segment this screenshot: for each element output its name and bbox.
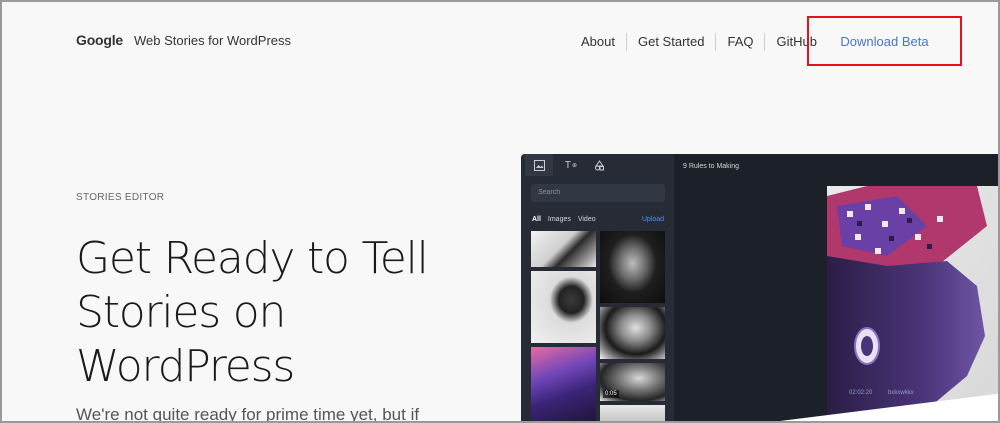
site-title[interactable]: Web Stories for WordPress: [134, 33, 291, 48]
download-beta-label: Download Beta: [840, 33, 929, 49]
filter-all: All: [532, 216, 541, 223]
video-duration-badge: 0:05: [603, 390, 619, 398]
hero-subline: We're not quite ready for prime time yet…: [76, 405, 420, 423]
library-tabs: T ⊕: [521, 154, 674, 176]
media-thumbnail: [600, 307, 665, 359]
headline-line: WordPress: [76, 341, 295, 392]
media-thumbnail: [531, 231, 596, 267]
media-thumbnail: [531, 347, 596, 421]
media-thumbnail: [600, 231, 665, 303]
main-nav: About Get Started FAQ GitHub: [570, 33, 828, 51]
portrait-artwork: [827, 186, 998, 421]
nav-about[interactable]: About: [570, 34, 626, 50]
download-beta-button[interactable]: Download Beta: [807, 16, 962, 66]
library-search-input: Search: [531, 184, 665, 202]
editor-library-panel: T ⊕ Search All Images Video Upload 0:05: [521, 154, 674, 421]
google-logo[interactable]: Google: [76, 32, 123, 48]
story-title: 9 Rules to Making: [683, 163, 740, 170]
shapes-icon: [585, 154, 613, 176]
headline-line: Stories on: [76, 287, 286, 338]
site-header: Google Web Stories for WordPress About G…: [2, 2, 998, 78]
browser-frame: Google Web Stories for WordPress About G…: [0, 0, 1000, 423]
media-thumbnail: [531, 271, 596, 343]
media-thumbnail: 0:05: [600, 363, 665, 401]
filter-images: Images: [547, 216, 571, 223]
decorative-wedge: [780, 393, 998, 421]
upload-link: Upload: [641, 216, 664, 223]
story-canvas-image: [827, 186, 998, 421]
section-eyebrow: STORIES EDITOR: [76, 192, 165, 203]
editor-preview-image: T⊕ Search All Images Video Upload 0:05: [521, 154, 998, 421]
image-icon: [525, 154, 553, 176]
text-icon: T ⊕: [564, 159, 578, 171]
library-filters: All Images Video Upload: [532, 216, 664, 223]
headline-line: Get Ready to Tell: [76, 233, 429, 284]
media-thumbnail: [600, 405, 665, 421]
nav-get-started[interactable]: Get Started: [627, 34, 715, 50]
hero-headline: Get Ready to Tell Stories on WordPress: [76, 232, 456, 394]
filter-video: Video: [577, 216, 596, 223]
nav-faq[interactable]: FAQ: [716, 34, 764, 50]
